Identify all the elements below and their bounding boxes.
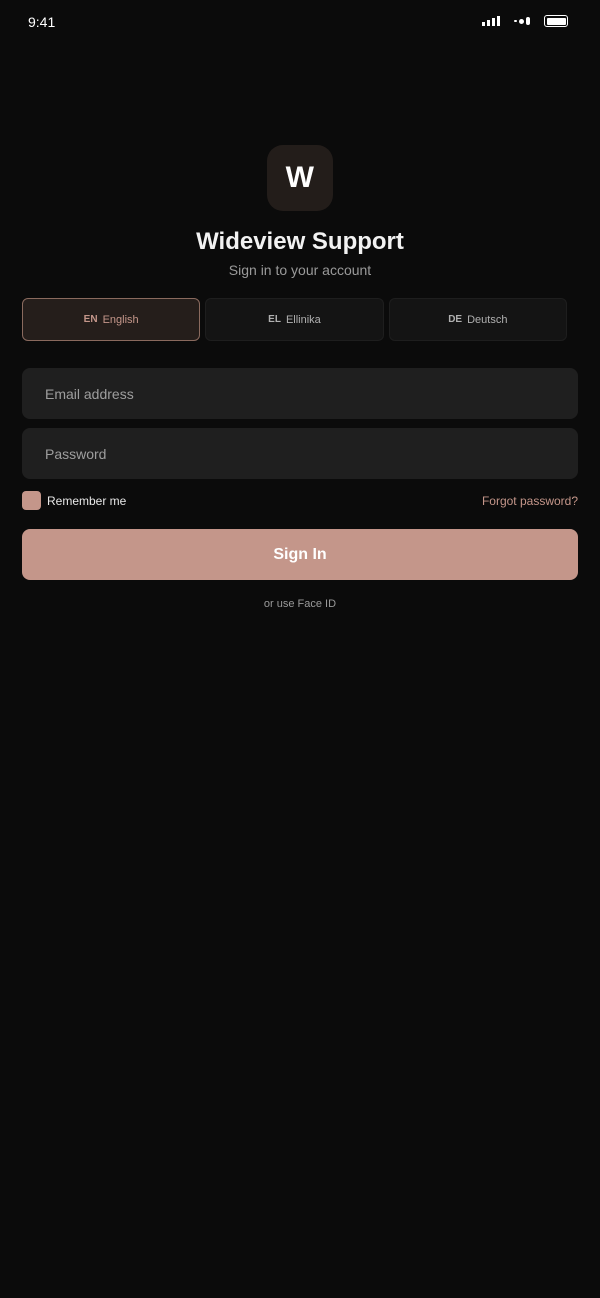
language-code: EN xyxy=(83,314,98,325)
status-icons xyxy=(482,13,568,29)
language-code: EL xyxy=(268,314,281,325)
language-label: Ellinika xyxy=(285,313,321,326)
face-id-link[interactable]: or use Face ID xyxy=(0,598,600,610)
status-time: 9:41 xyxy=(28,14,56,30)
signal-icon xyxy=(482,16,500,26)
language-selector: EN English EL Ellinika DE Deutsch xyxy=(22,298,567,341)
battery-icon xyxy=(544,15,568,27)
remember-label: Remember me xyxy=(47,493,127,508)
forgot-password-link[interactable]: Forgot password? xyxy=(482,494,578,508)
app-subtitle: Sign in to your account xyxy=(228,262,372,278)
remember-checkbox[interactable] xyxy=(22,491,41,510)
login-screen: 9:41 W Wideview Support Sign in to your … xyxy=(0,0,600,1298)
email-field[interactable] xyxy=(22,368,578,419)
sign-in-button[interactable]: Sign In xyxy=(22,529,578,580)
language-label: English xyxy=(102,313,139,326)
language-option-el[interactable]: EL Ellinika xyxy=(205,298,384,341)
logo-letter: W xyxy=(285,161,315,194)
wifi-icon xyxy=(514,17,530,25)
language-code: DE xyxy=(448,314,463,325)
password-field[interactable] xyxy=(22,428,578,479)
remember-me[interactable]: Remember me xyxy=(22,491,126,510)
app-title: Wideview Support xyxy=(196,228,404,255)
app-logo: W xyxy=(267,145,333,211)
language-option-en[interactable]: EN English xyxy=(22,298,201,341)
language-option-de[interactable]: DE Deutsch xyxy=(388,298,567,341)
language-label: Deutsch xyxy=(467,313,508,326)
status-bar: 9:41 xyxy=(0,0,600,44)
